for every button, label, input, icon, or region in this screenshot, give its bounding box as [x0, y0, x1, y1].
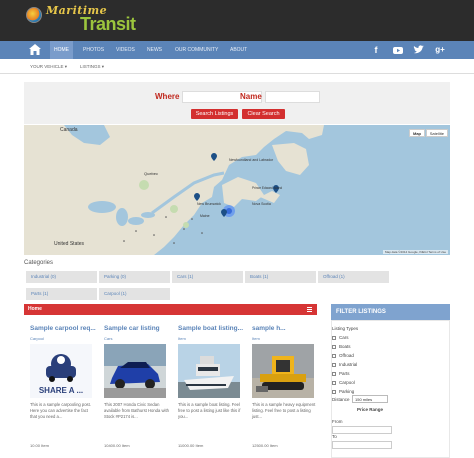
listing-title[interactable]: Sample boat listing...	[178, 325, 243, 332]
map-label-pei: Prince Edward Island	[252, 186, 282, 190]
search-listings-button[interactable]: Search Listings	[191, 109, 238, 119]
where-label: Where	[155, 92, 180, 101]
nav-our-community[interactable]: OUR COMMUNITY	[171, 41, 222, 59]
listing-image-share-text: SHARE A ...	[39, 386, 83, 395]
filter-label-offroad: Offroad	[339, 353, 354, 358]
map-label-us: United States	[54, 241, 85, 247]
map-label-nova-scotia: Nova Scotia	[252, 202, 271, 206]
home-listings-bar: Home	[24, 304, 317, 315]
logo-icon[interactable]	[26, 7, 42, 23]
facebook-icon[interactable]: f	[370, 44, 382, 56]
listing-types-label: Listing Types	[332, 326, 359, 331]
listing-description: This 2007 Honda Civic Sedan available fr…	[104, 402, 169, 419]
listing-price: 12500.00 Item	[252, 443, 278, 448]
nav-videos[interactable]: VIDEOS	[112, 41, 139, 59]
listing-title[interactable]: Sample carpool req...	[30, 325, 96, 332]
filter-label-boats: Boats	[339, 344, 351, 349]
listing-title[interactable]: Sample car listing	[104, 325, 160, 332]
category-boats[interactable]: Boats (1)	[245, 271, 316, 283]
price-range-label: Price Range	[357, 407, 384, 412]
distance-select[interactable]: 150 miles	[352, 395, 388, 403]
listing-card-carpool[interactable]: Sample carpool req... Carpool SHARE A ..…	[26, 325, 96, 455]
subnav-listings[interactable]: LISTINGS ▾	[80, 59, 104, 74]
listing-image[interactable]	[252, 344, 314, 398]
listing-description: This is a sample boat listing. Feel free…	[178, 402, 241, 419]
nav-home[interactable]: HOME	[50, 41, 73, 59]
logo-title-line2[interactable]: Transit	[80, 14, 136, 35]
listing-price: 11000.00 Item	[178, 443, 204, 448]
name-label: Name	[240, 92, 262, 101]
distance-label: Distance	[332, 397, 350, 402]
listing-image[interactable]	[104, 344, 166, 398]
filter-listings-header: FILTER LISTINGS	[331, 304, 450, 320]
map-label-canada: Canada	[60, 127, 78, 133]
listing-card-car[interactable]: Sample car listing Cars This 2007 Honda …	[100, 325, 169, 455]
subnav-your-vehicle[interactable]: YOUR VEHICLE ▾	[30, 59, 67, 74]
categories-title: Categories	[24, 260, 54, 266]
listing-price: 10.00 Item	[30, 443, 49, 448]
main-nav: HOME PHOTOS VIDEOS NEWS OUR COMMUNITY AB…	[0, 41, 474, 59]
listing-price: 10400.00 Item	[104, 443, 130, 448]
filter-checkbox-carpool[interactable]	[332, 381, 336, 385]
filter-panel: Listing Types Cars Boats Offroad Industr…	[331, 320, 450, 458]
map-label-new-brunswick: New Brunswick	[197, 202, 221, 206]
sub-nav: YOUR VEHICLE ▾ LISTINGS ▾	[0, 59, 474, 74]
category-cars[interactable]: Cars (1)	[172, 271, 243, 283]
map-label-quebec: Quebec	[144, 171, 158, 176]
map-type-map-button[interactable]: Map	[409, 129, 425, 137]
nav-news[interactable]: NEWS	[143, 41, 166, 59]
filter-label-carpool: Carpool	[339, 380, 355, 385]
price-from-label: From	[332, 419, 343, 424]
filter-checkbox-offroad[interactable]	[332, 354, 336, 358]
price-to-label: To	[332, 434, 337, 439]
filter-checkbox-boats[interactable]	[332, 345, 336, 349]
map-type-satellite-button[interactable]: Satellite	[425, 129, 448, 137]
site-header: Maritime Transit	[0, 0, 474, 41]
map-label-maine: Maine	[200, 214, 210, 218]
listing-category[interactable]: Item	[178, 336, 186, 341]
category-carpool[interactable]: Carpool (1)	[99, 288, 170, 300]
category-parking[interactable]: Parking (0)	[99, 271, 170, 283]
listing-image[interactable]	[178, 344, 240, 398]
filter-label-industrial: Industrial	[339, 362, 358, 367]
price-to-input[interactable]	[332, 441, 392, 449]
price-from-input[interactable]	[332, 426, 392, 434]
listing-title[interactable]: sample h...	[252, 325, 286, 332]
youtube-icon[interactable]	[392, 44, 404, 56]
filter-label-parking: Parking	[339, 389, 355, 394]
twitter-icon[interactable]	[413, 44, 425, 56]
filter-checkbox-industrial[interactable]	[332, 363, 336, 367]
listing-description: This is a sample carpooling post. Here y…	[30, 402, 91, 419]
filter-checkbox-parts[interactable]	[332, 372, 336, 376]
name-input[interactable]	[265, 91, 320, 103]
filter-label-parts: Parts	[339, 371, 350, 376]
list-view-icon[interactable]	[307, 307, 312, 312]
nav-about[interactable]: ABOUT	[226, 41, 251, 59]
category-offroad[interactable]: Offroad (1)	[318, 271, 389, 283]
listing-category[interactable]: Item	[252, 336, 260, 341]
map-canvas[interactable]: Canada Newfoundland and Labrador Quebec …	[24, 125, 450, 255]
filter-checkbox-parking[interactable]	[332, 390, 336, 394]
filter-checkbox-cars[interactable]	[332, 336, 336, 340]
nav-photos[interactable]: PHOTOS	[79, 41, 108, 59]
filter-label-cars: Cars	[339, 335, 349, 340]
listing-category[interactable]: Cars	[104, 336, 112, 341]
home-bar-title: Home	[28, 306, 42, 312]
listing-description: This is a sample heavy equipment listing…	[252, 402, 316, 419]
search-panel: Where Name Search Listings Clear Search	[24, 82, 450, 124]
home-icon[interactable]	[26, 43, 44, 57]
listings-map[interactable]: Canada Newfoundland and Labrador Quebec …	[24, 125, 450, 255]
google-plus-icon[interactable]: g+	[434, 44, 446, 56]
clear-search-button[interactable]: Clear Search	[242, 109, 285, 119]
map-label-newfoundland: Newfoundland and Labrador	[229, 158, 274, 162]
category-parts[interactable]: Parts (1)	[26, 288, 97, 300]
category-industrial[interactable]: Industrial (0)	[26, 271, 97, 283]
listing-card-boat[interactable]: Sample boat listing... Item This is a sa…	[174, 325, 243, 455]
listing-card-heavy-equipment[interactable]: sample h... Item This is a sample heavy …	[248, 325, 315, 455]
filter-title: FILTER LISTINGS	[336, 309, 386, 315]
listing-category[interactable]: Carpool	[30, 336, 44, 341]
listing-image[interactable]: SHARE A ...	[30, 344, 92, 398]
map-credit: Map data ©2014 Google, INEGI Terms of Us…	[382, 250, 448, 254]
